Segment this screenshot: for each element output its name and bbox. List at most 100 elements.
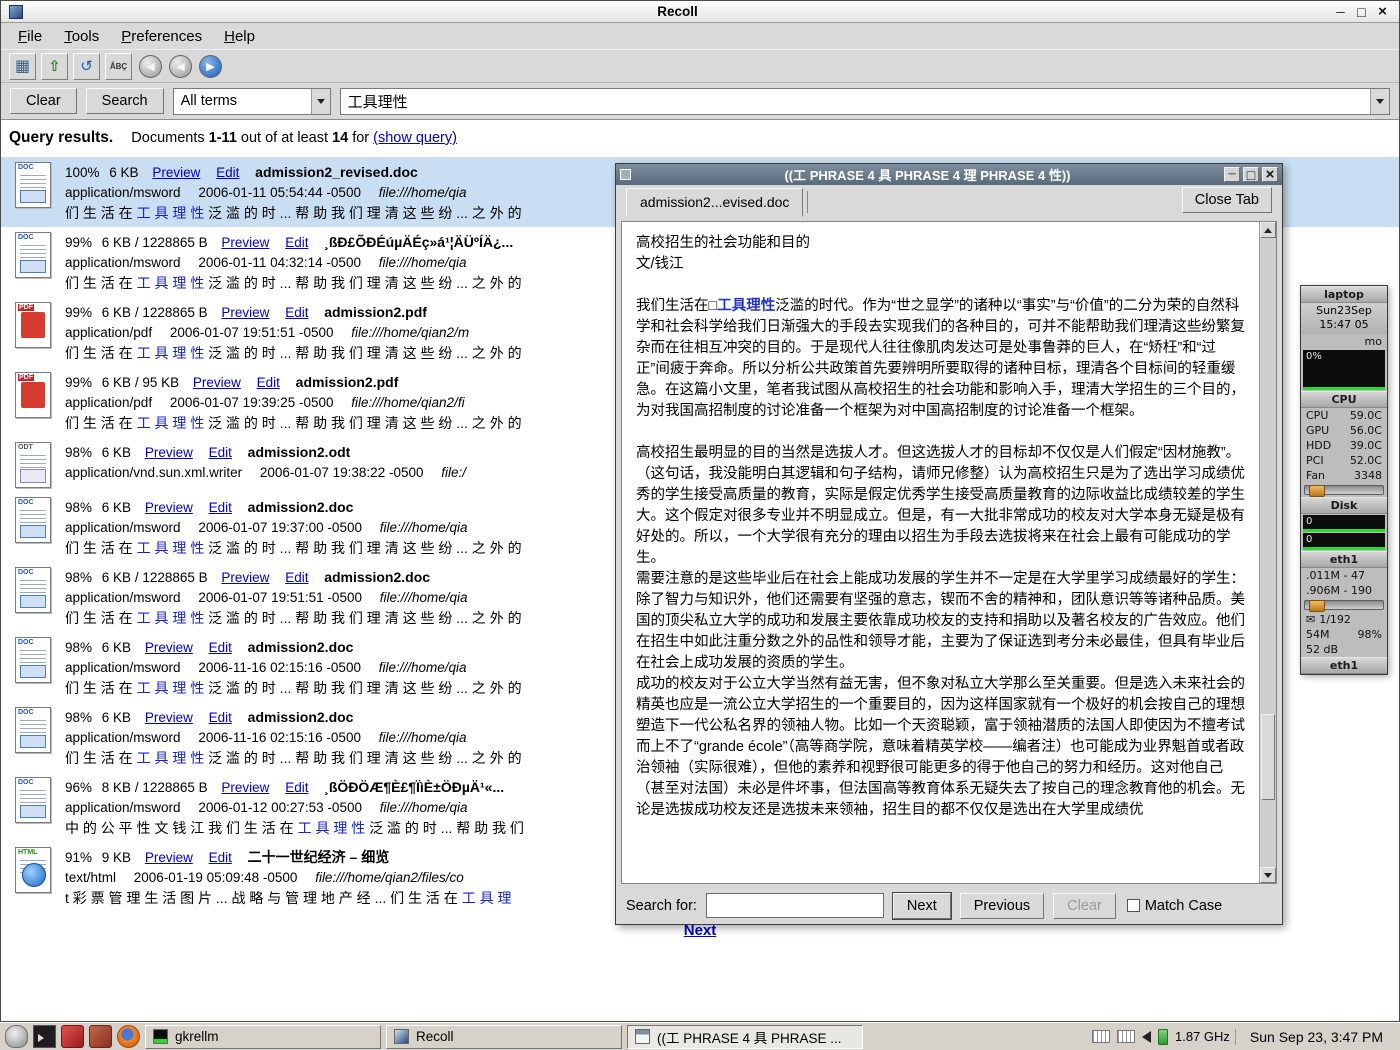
launcher-app-brick-icon[interactable] [89, 1025, 112, 1048]
minimize-icon[interactable] [1224, 167, 1240, 182]
menu-item[interactable]: Tools [55, 26, 108, 47]
toolbar: ▦⇧↺ÂBÇ ◀ ◀ ▶ [1, 49, 1399, 83]
taskbar-task-button[interactable]: ((工 PHRASE 4 具 PHRASE ... [627, 1025, 863, 1049]
toolbar-button-icon[interactable]: ⇧ [41, 53, 68, 80]
result-edit-link[interactable]: Edit [209, 850, 232, 865]
result-preview-link[interactable]: Preview [145, 850, 193, 865]
launcher-terminal-icon[interactable] [33, 1025, 56, 1048]
result-preview-link[interactable]: Preview [221, 235, 269, 250]
close-icon[interactable] [1262, 167, 1278, 182]
maximize-icon[interactable] [1353, 4, 1370, 20]
result-edit-link[interactable]: Edit [285, 305, 308, 320]
find-clear-button[interactable]: Clear [1053, 893, 1116, 919]
result-preview-link[interactable]: Preview [221, 305, 269, 320]
launcher-firefox-icon[interactable] [117, 1025, 140, 1048]
maximize-icon[interactable] [1243, 167, 1259, 182]
cpu-frequency: 1.87 GHz [1175, 1029, 1230, 1044]
keyboard-layout-icon[interactable] [1117, 1030, 1135, 1043]
gkrellm-volume-row: 52 dB [1301, 642, 1387, 657]
scrollbar-thumb[interactable] [1261, 714, 1275, 800]
find-next-button[interactable]: Next [893, 893, 951, 919]
close-tab-button[interactable]: Close Tab [1182, 187, 1272, 213]
gkrellm-mo-label: mo [1365, 334, 1382, 349]
toolbar-button-icon[interactable]: ▶ [199, 55, 222, 78]
result-edit-link[interactable]: Edit [209, 640, 232, 655]
window-title: Recoll [27, 4, 1328, 19]
toolbar-button-icon[interactable]: ÂBÇ [105, 53, 132, 80]
result-edit-link[interactable]: Edit [285, 780, 308, 795]
show-query-link[interactable]: (show query) [373, 130, 457, 146]
taskbar-task-button[interactable]: Recoll [386, 1025, 622, 1049]
matched-term: 工 具 理 性 [298, 820, 366, 836]
close-icon[interactable] [1374, 4, 1391, 20]
find-previous-button[interactable]: Previous [960, 893, 1044, 919]
toolbar-button-icon[interactable]: ▦ [9, 53, 36, 80]
preview-document-text[interactable]: 高校招生的社会功能和目的文/钱江我们生活在□工具理性泛滥的时代。作为“世之显学”… [622, 222, 1259, 883]
menu-item[interactable]: Help [215, 26, 264, 47]
gkrellm-krell-slider [1304, 485, 1384, 495]
launcher-footprint-icon[interactable] [5, 1025, 28, 1048]
result-preview-link[interactable]: Preview [145, 640, 193, 655]
battery-icon[interactable] [1158, 1029, 1168, 1045]
find-input[interactable] [706, 893, 884, 918]
preview-tab[interactable]: admission2...evised.doc [626, 188, 803, 217]
result-preview-link[interactable]: Preview [145, 710, 193, 725]
menu-item[interactable]: File [9, 26, 51, 47]
results-count-text: Documents [131, 130, 204, 146]
toolbar-button-icon[interactable]: ↺ [73, 53, 100, 80]
result-url: file:///home/qia [379, 255, 467, 270]
result-filename: admission2.doc [324, 569, 430, 585]
file-type-icon: DOC [15, 637, 51, 683]
chevron-down-icon[interactable] [1370, 89, 1389, 114]
result-edit-link[interactable]: Edit [216, 165, 239, 180]
volume-icon[interactable] [1142, 1031, 1151, 1043]
result-url: file:///home/qia [380, 800, 468, 815]
gkrellm-clock: Sun23Sep 15:47 05 [1301, 303, 1387, 334]
result-preview-link[interactable]: Preview [221, 780, 269, 795]
result-edit-link[interactable]: Edit [285, 235, 308, 250]
toolbar-button-icon[interactable]: ◀ [139, 55, 162, 78]
match-case-option[interactable]: Match Case [1127, 898, 1222, 914]
gkrellm-cpu-label: CPU [1301, 391, 1387, 408]
result-edit-link[interactable]: Edit [209, 500, 232, 515]
menu-item[interactable]: Preferences [112, 26, 211, 47]
result-size: 9 KB [102, 850, 131, 865]
chevron-down-icon[interactable] [311, 89, 330, 114]
result-edit-link[interactable]: Edit [257, 375, 280, 390]
title-bar[interactable]: Recoll [1, 1, 1399, 23]
result-edit-link[interactable]: Edit [209, 445, 232, 460]
search-mode-select[interactable]: All terms [173, 88, 331, 115]
preview-paragraph: 我们生活在□工具理性泛滥的时代。作为“世之显学”的诸种以“事实”与“价值”的二分… [636, 296, 1245, 422]
result-url: file:///home/qian2/m [351, 325, 469, 340]
result-date: 2006-11-16 02:15:16 -0500 [198, 660, 361, 675]
scroll-up-icon[interactable] [1260, 222, 1276, 238]
search-input[interactable] [341, 93, 1370, 110]
file-type-icon: DOC [15, 707, 51, 753]
result-edit-link[interactable]: Edit [209, 710, 232, 725]
result-edit-link[interactable]: Edit [285, 570, 308, 585]
minimize-icon[interactable] [1332, 4, 1349, 20]
result-filename: admission2.doc [248, 709, 354, 725]
result-preview-link[interactable]: Preview [145, 500, 193, 515]
preview-paragraph: 需要注意的是这些毕业后在社会上能成功发展的学生并不一定是在大学里学习成绩最好的学… [636, 569, 1245, 674]
task-list: gkrellm Recoll ((工 PHRASE 4 具 PHRASE ... [145, 1025, 863, 1049]
result-url: file:///home/qian2/files/co [315, 870, 464, 885]
search-button[interactable]: Search [86, 88, 164, 114]
search-mode-value: All terms [174, 93, 311, 109]
toolbar-button-icon[interactable]: ◀ [169, 55, 192, 78]
gkrellm-net-rx: .011M - 47 [1301, 568, 1387, 583]
result-preview-link[interactable]: Preview [221, 570, 269, 585]
preview-body: 高校招生的社会功能和目的文/钱江我们生活在□工具理性泛滥的时代。作为“世之显学”… [621, 221, 1277, 884]
query-combobox[interactable] [340, 88, 1390, 115]
keyboard-layout-icon[interactable] [1092, 1030, 1110, 1043]
scroll-down-icon[interactable] [1260, 867, 1276, 883]
preview-scrollbar[interactable] [1259, 222, 1276, 883]
preview-title-bar[interactable]: ((工 PHRASE 4 具 PHRASE 4 理 PHRASE 4 性)) [616, 164, 1282, 185]
clear-button[interactable]: Clear [10, 88, 77, 114]
launcher-app-red-icon[interactable] [61, 1025, 84, 1048]
result-preview-link[interactable]: Preview [152, 165, 200, 180]
match-case-checkbox[interactable] [1127, 899, 1140, 912]
result-preview-link[interactable]: Preview [193, 375, 241, 390]
taskbar-task-button[interactable]: gkrellm [145, 1025, 381, 1049]
result-preview-link[interactable]: Preview [145, 445, 193, 460]
